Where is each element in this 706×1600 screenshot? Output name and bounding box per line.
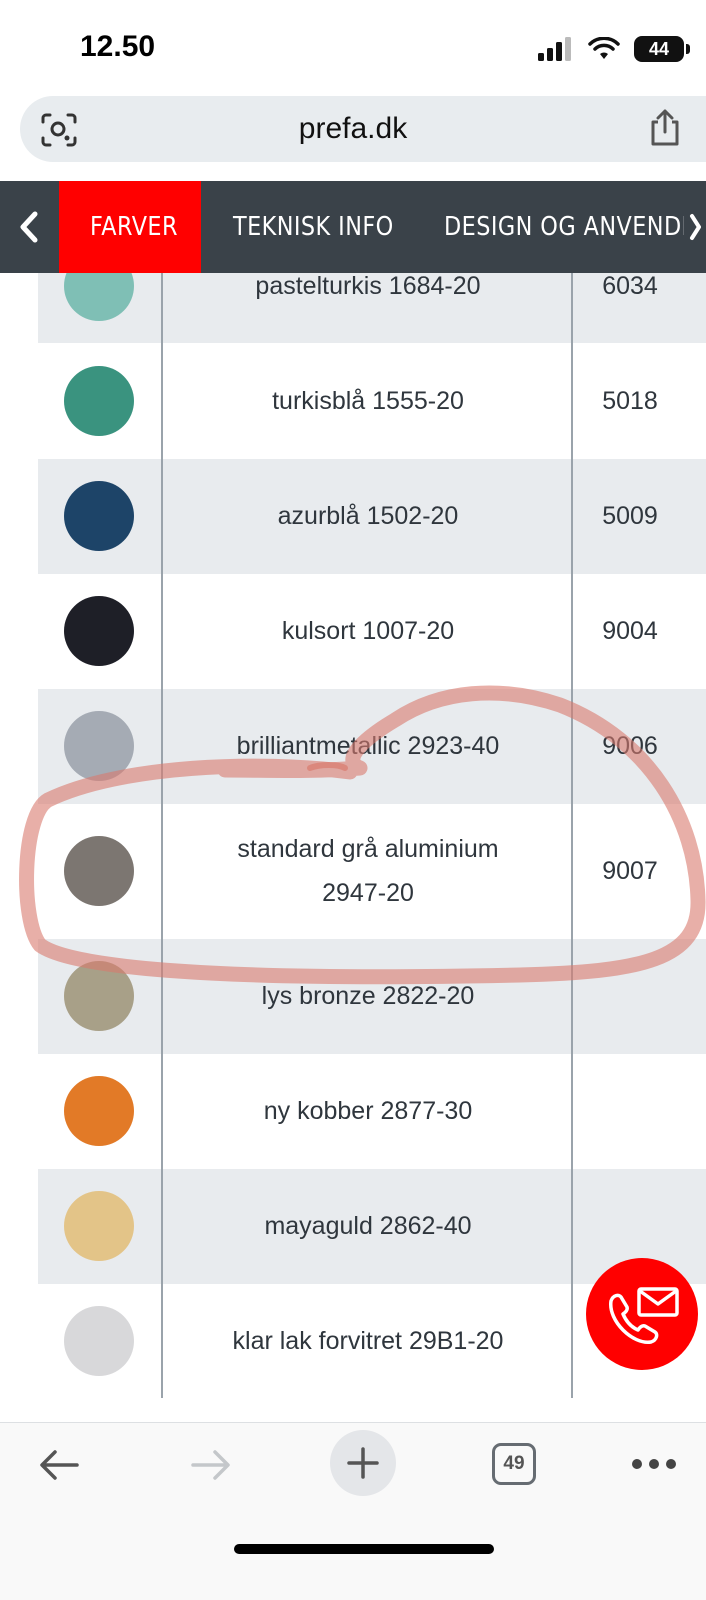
color-name: mayaguld 2862-40 (264, 1212, 472, 1240)
color-name: standard grå aluminium 2947-20 (164, 827, 572, 915)
dot-icon (632, 1459, 642, 1469)
chevron-left-icon (20, 211, 38, 243)
dot-icon (666, 1459, 676, 1469)
category-tabbar: FARVER TEKNISK INFO DESIGN OG ANVENDEL (0, 181, 706, 273)
ral-code: 9007 (602, 857, 658, 885)
table-row[interactable]: pastelturkis 1684-20 6034 (38, 273, 706, 343)
color-name: lys bronze 2822-20 (261, 982, 475, 1010)
color-name-line1: standard grå aluminium (237, 835, 499, 863)
ral-code: 5009 (602, 502, 658, 530)
column-divider (571, 273, 573, 1398)
phone-mail-icon (609, 1287, 679, 1344)
arrow-right-icon (191, 1450, 230, 1480)
color-name: pastelturkis 1684-20 (255, 273, 481, 300)
status-icons: 44 (538, 34, 690, 64)
color-swatch (64, 1306, 134, 1376)
color-swatch (64, 836, 134, 906)
ral-code: 5018 (602, 387, 658, 415)
table-row[interactable]: turkisblå 1555-20 5018 (38, 343, 706, 459)
color-name: azurblå 1502-20 (277, 502, 459, 530)
dot-icon (649, 1459, 659, 1469)
tab-design-og-anvendelse[interactable]: DESIGN OG ANVENDEL (444, 181, 706, 273)
table-row[interactable]: mayaguld 2862-40 (38, 1169, 706, 1284)
table-row[interactable]: lys bronze 2822-20 (38, 939, 706, 1054)
more-button[interactable] (632, 1452, 676, 1476)
table-row[interactable]: kulsort 1007-20 9004 (38, 574, 706, 689)
color-swatch (64, 273, 134, 321)
signal-icon (538, 37, 571, 61)
color-name: turkisblå 1555-20 (272, 387, 464, 415)
ral-code: 6034 (602, 273, 658, 300)
home-indicator (234, 1544, 494, 1554)
ral-code: 9004 (602, 617, 658, 645)
wifi-icon (588, 37, 620, 59)
color-name-line2: 2947-20 (322, 879, 414, 907)
color-swatch (64, 1191, 134, 1261)
tabs-button[interactable]: 49 (492, 1443, 536, 1485)
color-name: klar lak forvitret 29B1-20 (232, 1327, 504, 1355)
url-text[interactable]: prefa.dk (0, 112, 706, 146)
table-row[interactable]: azurblå 1502-20 5009 (38, 459, 706, 574)
share-icon[interactable] (648, 108, 682, 148)
color-swatch (64, 366, 134, 436)
color-table: pastelturkis 1684-20 6034 turkisblå 1555… (38, 273, 706, 1398)
back-button[interactable] (36, 1440, 82, 1490)
tab-teknisk-info[interactable]: TEKNISK INFO (233, 181, 394, 273)
chevron-right-icon (690, 214, 701, 240)
color-swatch (64, 1076, 134, 1146)
plus-icon (347, 1447, 379, 1479)
color-swatch (64, 481, 134, 551)
color-swatch (64, 961, 134, 1031)
color-name: brilliantmetallic 2923-40 (236, 732, 500, 760)
forward-button[interactable] (188, 1440, 234, 1490)
table-row[interactable]: standard grå aluminium 2947-20 9007 (38, 804, 706, 939)
table-row[interactable]: ny kobber 2877-30 (38, 1054, 706, 1169)
ral-code: 9006 (602, 732, 658, 760)
color-name: ny kobber 2877-30 (263, 1097, 473, 1125)
status-time: 12.50 (80, 30, 156, 63)
color-swatch (64, 596, 134, 666)
table-row[interactable]: brilliantmetallic 2923-40 9006 (38, 689, 706, 804)
tabs-prev-button[interactable] (0, 181, 58, 273)
status-bar: 12.50 44 (0, 0, 706, 95)
new-tab-button[interactable] (330, 1430, 396, 1496)
column-divider (161, 273, 163, 1398)
tabs-next-button[interactable] (684, 181, 706, 273)
color-name: kulsort 1007-20 (281, 617, 455, 645)
contact-button[interactable] (586, 1258, 698, 1370)
color-swatch (64, 711, 134, 781)
battery-indicator: 44 (634, 36, 690, 62)
arrow-left-icon (40, 1450, 79, 1480)
tab-farver[interactable]: FARVER (90, 181, 178, 273)
